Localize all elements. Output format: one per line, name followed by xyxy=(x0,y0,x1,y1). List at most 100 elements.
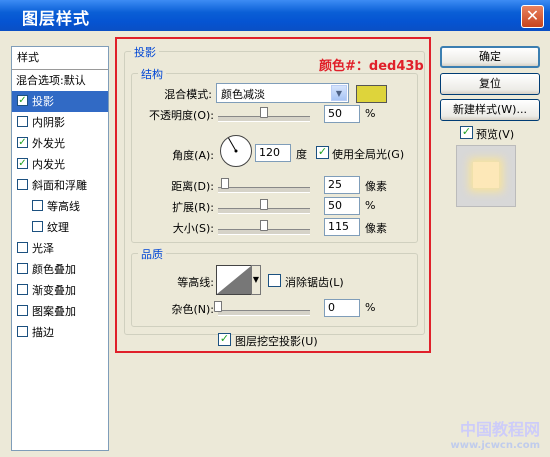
chevron-down-icon: ▼ xyxy=(252,275,260,284)
style-list-item[interactable]: ✓ 外发光 xyxy=(12,133,108,154)
style-list-item[interactable]: 描边 xyxy=(12,322,108,343)
check-icon: ✓ xyxy=(18,95,27,106)
quality-title: 品质 xyxy=(138,246,166,262)
distance-unit: 像素 xyxy=(365,180,387,193)
opacity-unit: % xyxy=(365,107,376,120)
noise-input[interactable]: 0 xyxy=(324,299,360,317)
shadow-color-swatch[interactable] xyxy=(356,85,387,103)
style-item-label: 斜面和浮雕 xyxy=(32,179,87,192)
style-list-item[interactable]: 等高线 xyxy=(12,196,108,217)
style-item-label: 外发光 xyxy=(32,137,65,150)
style-checkbox[interactable]: ✓ xyxy=(17,137,28,148)
distance-label: 距离(D): xyxy=(171,180,214,193)
style-item-label: 内发光 xyxy=(32,158,65,171)
spread-unit: % xyxy=(365,199,376,212)
style-item-label: 光泽 xyxy=(32,242,54,255)
style-checkbox[interactable] xyxy=(17,179,28,190)
style-item-label: 图案叠加 xyxy=(32,305,76,318)
opacity-input[interactable]: 50 xyxy=(324,105,360,123)
angle-indicator-icon xyxy=(228,137,238,153)
blend-mode-select[interactable]: 颜色减淡 ▼ xyxy=(216,83,349,103)
color-note: 颜色#：ded43b xyxy=(319,59,424,74)
style-list-item[interactable]: 渐变叠加 xyxy=(12,280,108,301)
style-list-item[interactable]: 纹理 xyxy=(12,217,108,238)
size-unit: 像素 xyxy=(365,222,387,235)
opacity-label: 不透明度(O): xyxy=(149,109,214,122)
spread-slider-thumb[interactable] xyxy=(260,199,268,210)
style-list-item[interactable]: 斜面和浮雕 xyxy=(12,175,108,196)
window-title: 图层样式 xyxy=(22,9,91,28)
angle-unit: 度 xyxy=(296,148,307,161)
style-checkbox[interactable]: ✓ xyxy=(17,158,28,169)
style-checkbox[interactable] xyxy=(17,116,28,127)
drop-shadow-group: 投影 颜色#：ded43b 结构 混合模式: 颜色减淡 ▼ 不透明度(O): 5… xyxy=(124,44,425,348)
distance-slider[interactable] xyxy=(218,187,310,193)
knockout-checkbox[interactable]: ✓ xyxy=(218,333,231,346)
angle-input[interactable]: 120 xyxy=(255,144,291,162)
drop-shadow-title: 投影 xyxy=(131,44,159,60)
style-checkbox[interactable] xyxy=(32,200,43,211)
new-style-button[interactable]: 新建样式(W)... xyxy=(440,99,540,121)
style-item-label: 颜色叠加 xyxy=(32,263,76,276)
anti-alias-checkbox[interactable] xyxy=(268,274,281,287)
style-list-item[interactable]: 内阴影 xyxy=(12,112,108,133)
drop-shadow-panel: 投影 颜色#：ded43b 结构 混合模式: 颜色减淡 ▼ 不透明度(O): 5… xyxy=(115,37,431,353)
style-checkbox[interactable] xyxy=(17,305,28,316)
style-item-label: 等高线 xyxy=(47,200,80,213)
style-item-label: 纹理 xyxy=(47,221,69,234)
structure-title: 结构 xyxy=(138,66,166,82)
blend-options-label: 混合选项:默认 xyxy=(16,74,86,87)
preview-square xyxy=(473,162,499,188)
watermark: 中国教程网 www.jcwcn.com xyxy=(450,416,540,451)
noise-slider[interactable] xyxy=(218,310,310,316)
knockout-check-icon: ✓ xyxy=(219,332,230,345)
angle-dial[interactable] xyxy=(220,135,252,167)
size-slider-thumb[interactable] xyxy=(260,220,268,231)
style-list-item[interactable]: 光泽 xyxy=(12,238,108,259)
size-input[interactable]: 115 xyxy=(324,218,360,236)
watermark-title: 中国教程网 xyxy=(459,420,540,439)
style-checkbox[interactable] xyxy=(32,221,43,232)
close-button[interactable]: ✕ xyxy=(521,5,544,28)
style-checkbox[interactable] xyxy=(17,284,28,295)
global-light-check-icon: ✓ xyxy=(317,145,328,158)
style-item-label: 内阴影 xyxy=(32,116,65,129)
spread-label: 扩展(R): xyxy=(172,201,214,214)
blend-options-item[interactable]: 混合选项:默认 xyxy=(12,70,108,91)
contour-picker[interactable] xyxy=(216,265,252,295)
spread-input[interactable]: 50 xyxy=(324,197,360,215)
preview-label: 预览(V) xyxy=(476,128,515,141)
style-checkbox[interactable] xyxy=(17,263,28,274)
style-item-label: 投影 xyxy=(32,95,54,108)
watermark-url: www.jcwcn.com xyxy=(450,440,540,451)
layer-style-dialog: 图层样式 ✕ 样式 混合选项:默认 ✓ 投影内阴影 ✓ 外发光 ✓ 内发光斜面和浮雕等高线… xyxy=(0,0,550,457)
ok-button[interactable]: 确定 xyxy=(440,46,540,68)
style-list-item[interactable]: ✓ 投影 xyxy=(12,91,108,112)
check-icon: ✓ xyxy=(18,137,27,148)
style-list-item[interactable]: 图案叠加 xyxy=(12,301,108,322)
check-icon: ✓ xyxy=(18,158,27,169)
contour-label: 等高线: xyxy=(177,276,214,289)
title-bar: 图层样式 ✕ xyxy=(0,0,550,31)
knockout-label: 图层挖空投影(U) xyxy=(235,335,318,348)
style-list-header[interactable]: 样式 xyxy=(12,47,108,70)
style-list-item[interactable]: 颜色叠加 xyxy=(12,259,108,280)
style-checkbox[interactable] xyxy=(17,242,28,253)
size-label: 大小(S): xyxy=(172,222,214,235)
distance-slider-thumb[interactable] xyxy=(221,178,230,189)
contour-dropdown-button[interactable]: ▼ xyxy=(251,265,261,295)
style-list-item[interactable]: ✓ 内发光 xyxy=(12,154,108,175)
reset-button[interactable]: 复位 xyxy=(440,73,540,95)
distance-input[interactable]: 25 xyxy=(324,176,360,194)
global-light-checkbox[interactable]: ✓ xyxy=(316,146,329,159)
global-light-label: 使用全局光(G) xyxy=(332,148,405,161)
opacity-slider-thumb[interactable] xyxy=(260,107,268,118)
style-checkbox[interactable]: ✓ xyxy=(17,95,28,106)
style-checkbox[interactable] xyxy=(17,326,28,337)
blend-mode-value: 颜色减淡 xyxy=(221,88,265,101)
noise-unit: % xyxy=(365,301,376,314)
style-items: ✓ 投影内阴影 ✓ 外发光 ✓ 内发光斜面和浮雕等高线纹理光泽颜色叠加渐变叠加图案叠加描边 xyxy=(12,91,108,343)
preview-checkbox[interactable]: ✓ xyxy=(460,126,473,139)
noise-slider-thumb[interactable] xyxy=(214,301,222,312)
quality-group: 品质 等高线: ▼ 消除锯齿(L) 杂色(N): 0 % xyxy=(131,246,418,327)
